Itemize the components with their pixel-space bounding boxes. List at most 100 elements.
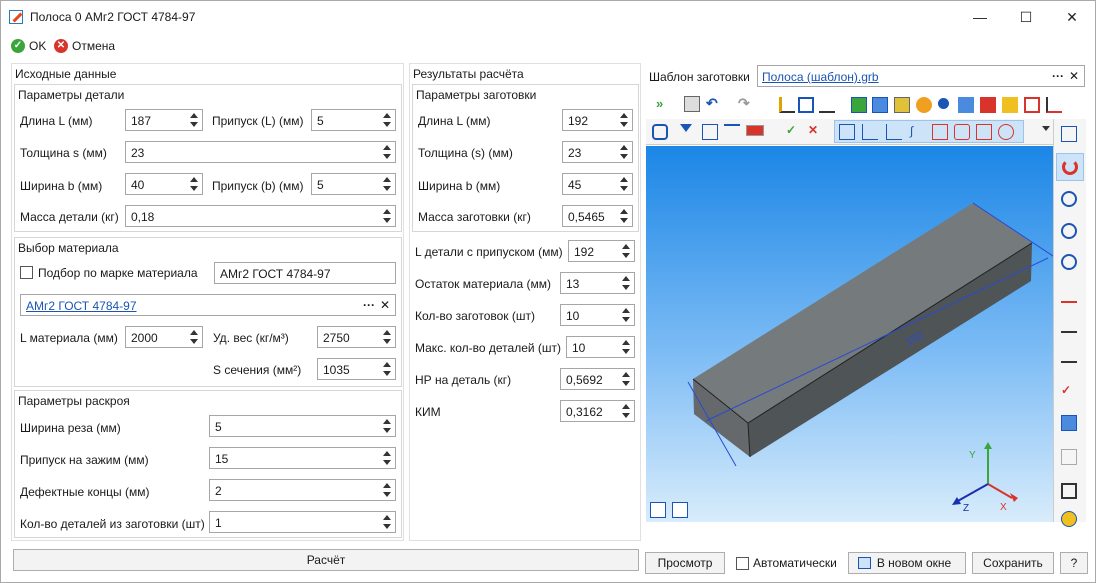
spin-arrows-icon[interactable] <box>189 329 199 345</box>
filter-icon[interactable] <box>680 124 692 132</box>
calculate-button[interactable]: Расчёт <box>13 549 639 571</box>
check-red-icon[interactable]: ✓ <box>1061 383 1077 399</box>
clamp-stepper[interactable]: 15 <box>209 447 396 469</box>
zoom-in-icon[interactable] <box>1061 223 1077 239</box>
spin-arrows-icon[interactable] <box>621 339 631 355</box>
glasses-settings-icon[interactable] <box>1061 317 1077 333</box>
sphere-icon[interactable] <box>938 98 949 109</box>
spin-arrows-icon[interactable] <box>382 208 392 224</box>
spin-arrows-icon[interactable] <box>382 418 392 434</box>
grade-field[interactable]: АМг2 ГОСТ 4784-97 <box>214 262 396 284</box>
defect-ends-stepper[interactable]: 2 <box>209 479 396 501</box>
spin-arrows-icon[interactable] <box>382 176 392 192</box>
spin-arrows-icon[interactable] <box>382 112 392 128</box>
spin-arrows-icon[interactable] <box>621 371 631 387</box>
spin-arrows-icon[interactable] <box>619 144 629 160</box>
axis3d-icon[interactable] <box>886 124 902 140</box>
edit-icon[interactable] <box>980 97 996 113</box>
spin-arrows-icon[interactable] <box>382 482 392 498</box>
glasses-icon[interactable] <box>1061 287 1077 303</box>
blanks-count-stepper[interactable]: 10 <box>560 304 635 326</box>
filter-list-icon[interactable] <box>724 124 740 140</box>
tree-icon[interactable] <box>894 97 910 113</box>
spin-arrows-icon[interactable] <box>621 403 631 419</box>
model-viewport[interactable]: 192 Y X Z <box>646 146 1057 522</box>
sketch-icon[interactable] <box>958 97 974 113</box>
cube-blue-icon[interactable] <box>872 97 888 113</box>
help-button[interactable]: ? <box>1060 552 1088 574</box>
material-length-stepper[interactable]: 2000 <box>125 326 203 348</box>
thickness-stepper[interactable]: 23 <box>125 141 396 163</box>
auto-checkbox[interactable] <box>736 557 749 570</box>
allowance-b-stepper[interactable]: 5 <box>311 173 396 195</box>
norm-stepper[interactable]: 0,5692 <box>560 368 635 390</box>
shading-icon[interactable] <box>1061 511 1077 527</box>
section-stepper[interactable]: 1035 <box>317 358 396 380</box>
max-parts-stepper[interactable]: 10 <box>566 336 635 358</box>
dimensions-icon[interactable] <box>779 97 795 113</box>
folder-icon[interactable] <box>1002 97 1018 113</box>
frame-icon[interactable] <box>798 97 814 113</box>
chevron-down-icon[interactable] <box>1042 126 1050 131</box>
blank-width-stepper[interactable]: 45 <box>562 173 633 195</box>
curve-icon[interactable]: ∫ <box>910 124 926 140</box>
filter-select-icon[interactable] <box>702 124 718 140</box>
undo-icon[interactable]: ↶ <box>706 95 722 111</box>
zoom-out-icon[interactable] <box>1061 254 1077 270</box>
cube-green-icon[interactable] <box>851 97 867 113</box>
spin-arrows-icon[interactable] <box>621 307 631 323</box>
glasses-down-icon[interactable] <box>1061 347 1077 363</box>
density-stepper[interactable]: 2750 <box>317 326 396 348</box>
zoom-fit-icon[interactable] <box>1061 191 1077 207</box>
measure-icon[interactable] <box>819 97 835 113</box>
blank-mass-stepper[interactable]: 0,5465 <box>562 205 633 227</box>
part-mass-stepper[interactable]: 0,18 <box>125 205 396 227</box>
tree-view-icon[interactable] <box>652 124 668 140</box>
kim-stepper[interactable]: 0,3162 <box>560 400 635 422</box>
spin-arrows-icon[interactable] <box>621 275 631 291</box>
spin-arrows-icon[interactable] <box>189 112 199 128</box>
parts-per-blank-stepper[interactable]: 1 <box>209 511 396 533</box>
spin-arrows-icon[interactable] <box>382 450 392 466</box>
check-filter-icon[interactable]: ✓ <box>786 123 802 139</box>
ok-button[interactable]: ✓ OK <box>11 37 46 55</box>
spin-arrows-icon[interactable] <box>382 329 392 345</box>
browse-dots-icon[interactable]: ··· <box>1052 69 1064 83</box>
blank-thickness-stepper[interactable]: 23 <box>562 141 633 163</box>
solid-icon[interactable] <box>998 124 1014 140</box>
browse-dots-icon[interactable]: ··· <box>363 298 375 312</box>
layout-single-icon[interactable] <box>650 502 666 518</box>
table-icon[interactable] <box>1024 97 1040 113</box>
material-link[interactable]: АМг2 ГОСТ 4784-97 <box>26 299 137 313</box>
maximize-button[interactable]: ☐ <box>1003 1 1049 33</box>
save-button[interactable]: Сохранить <box>972 552 1054 574</box>
width-stepper[interactable]: 40 <box>125 173 203 195</box>
new-window-button[interactable]: В новом окне <box>848 552 966 574</box>
spin-arrows-icon[interactable] <box>382 144 392 160</box>
blank-length-stepper[interactable]: 192 <box>562 109 633 131</box>
axis-icon[interactable] <box>862 124 878 140</box>
color-filter-icon[interactable] <box>746 125 764 136</box>
spin-arrows-icon[interactable] <box>619 176 629 192</box>
print-icon[interactable] <box>684 96 700 112</box>
spin-arrows-icon[interactable] <box>189 176 199 192</box>
grid-icon[interactable] <box>839 124 855 140</box>
spin-arrows-icon[interactable] <box>619 112 629 128</box>
magnet-icon[interactable] <box>1062 159 1078 175</box>
spin-arrows-icon[interactable] <box>619 208 629 224</box>
cancel-button[interactable]: ✕ Отмена <box>54 37 115 55</box>
plane-icon[interactable] <box>1061 449 1077 465</box>
cube-check-icon[interactable] <box>1061 415 1077 431</box>
allowance-l-stepper[interactable]: 5 <box>311 109 396 131</box>
length-stepper[interactable]: 187 <box>125 109 203 131</box>
by-grade-checkbox[interactable] <box>20 266 33 279</box>
flag-icon[interactable] <box>1046 97 1062 113</box>
clear-icon[interactable]: ✕ <box>380 298 390 312</box>
surface-icon[interactable] <box>954 124 970 140</box>
body-icon[interactable] <box>976 124 992 140</box>
preview-button[interactable]: Просмотр <box>645 552 725 574</box>
close-button[interactable]: ✕ <box>1049 1 1095 33</box>
box-view-icon[interactable] <box>1061 483 1077 499</box>
clear-filter-icon[interactable]: ✕ <box>808 123 824 139</box>
spin-arrows-icon[interactable] <box>621 243 631 259</box>
